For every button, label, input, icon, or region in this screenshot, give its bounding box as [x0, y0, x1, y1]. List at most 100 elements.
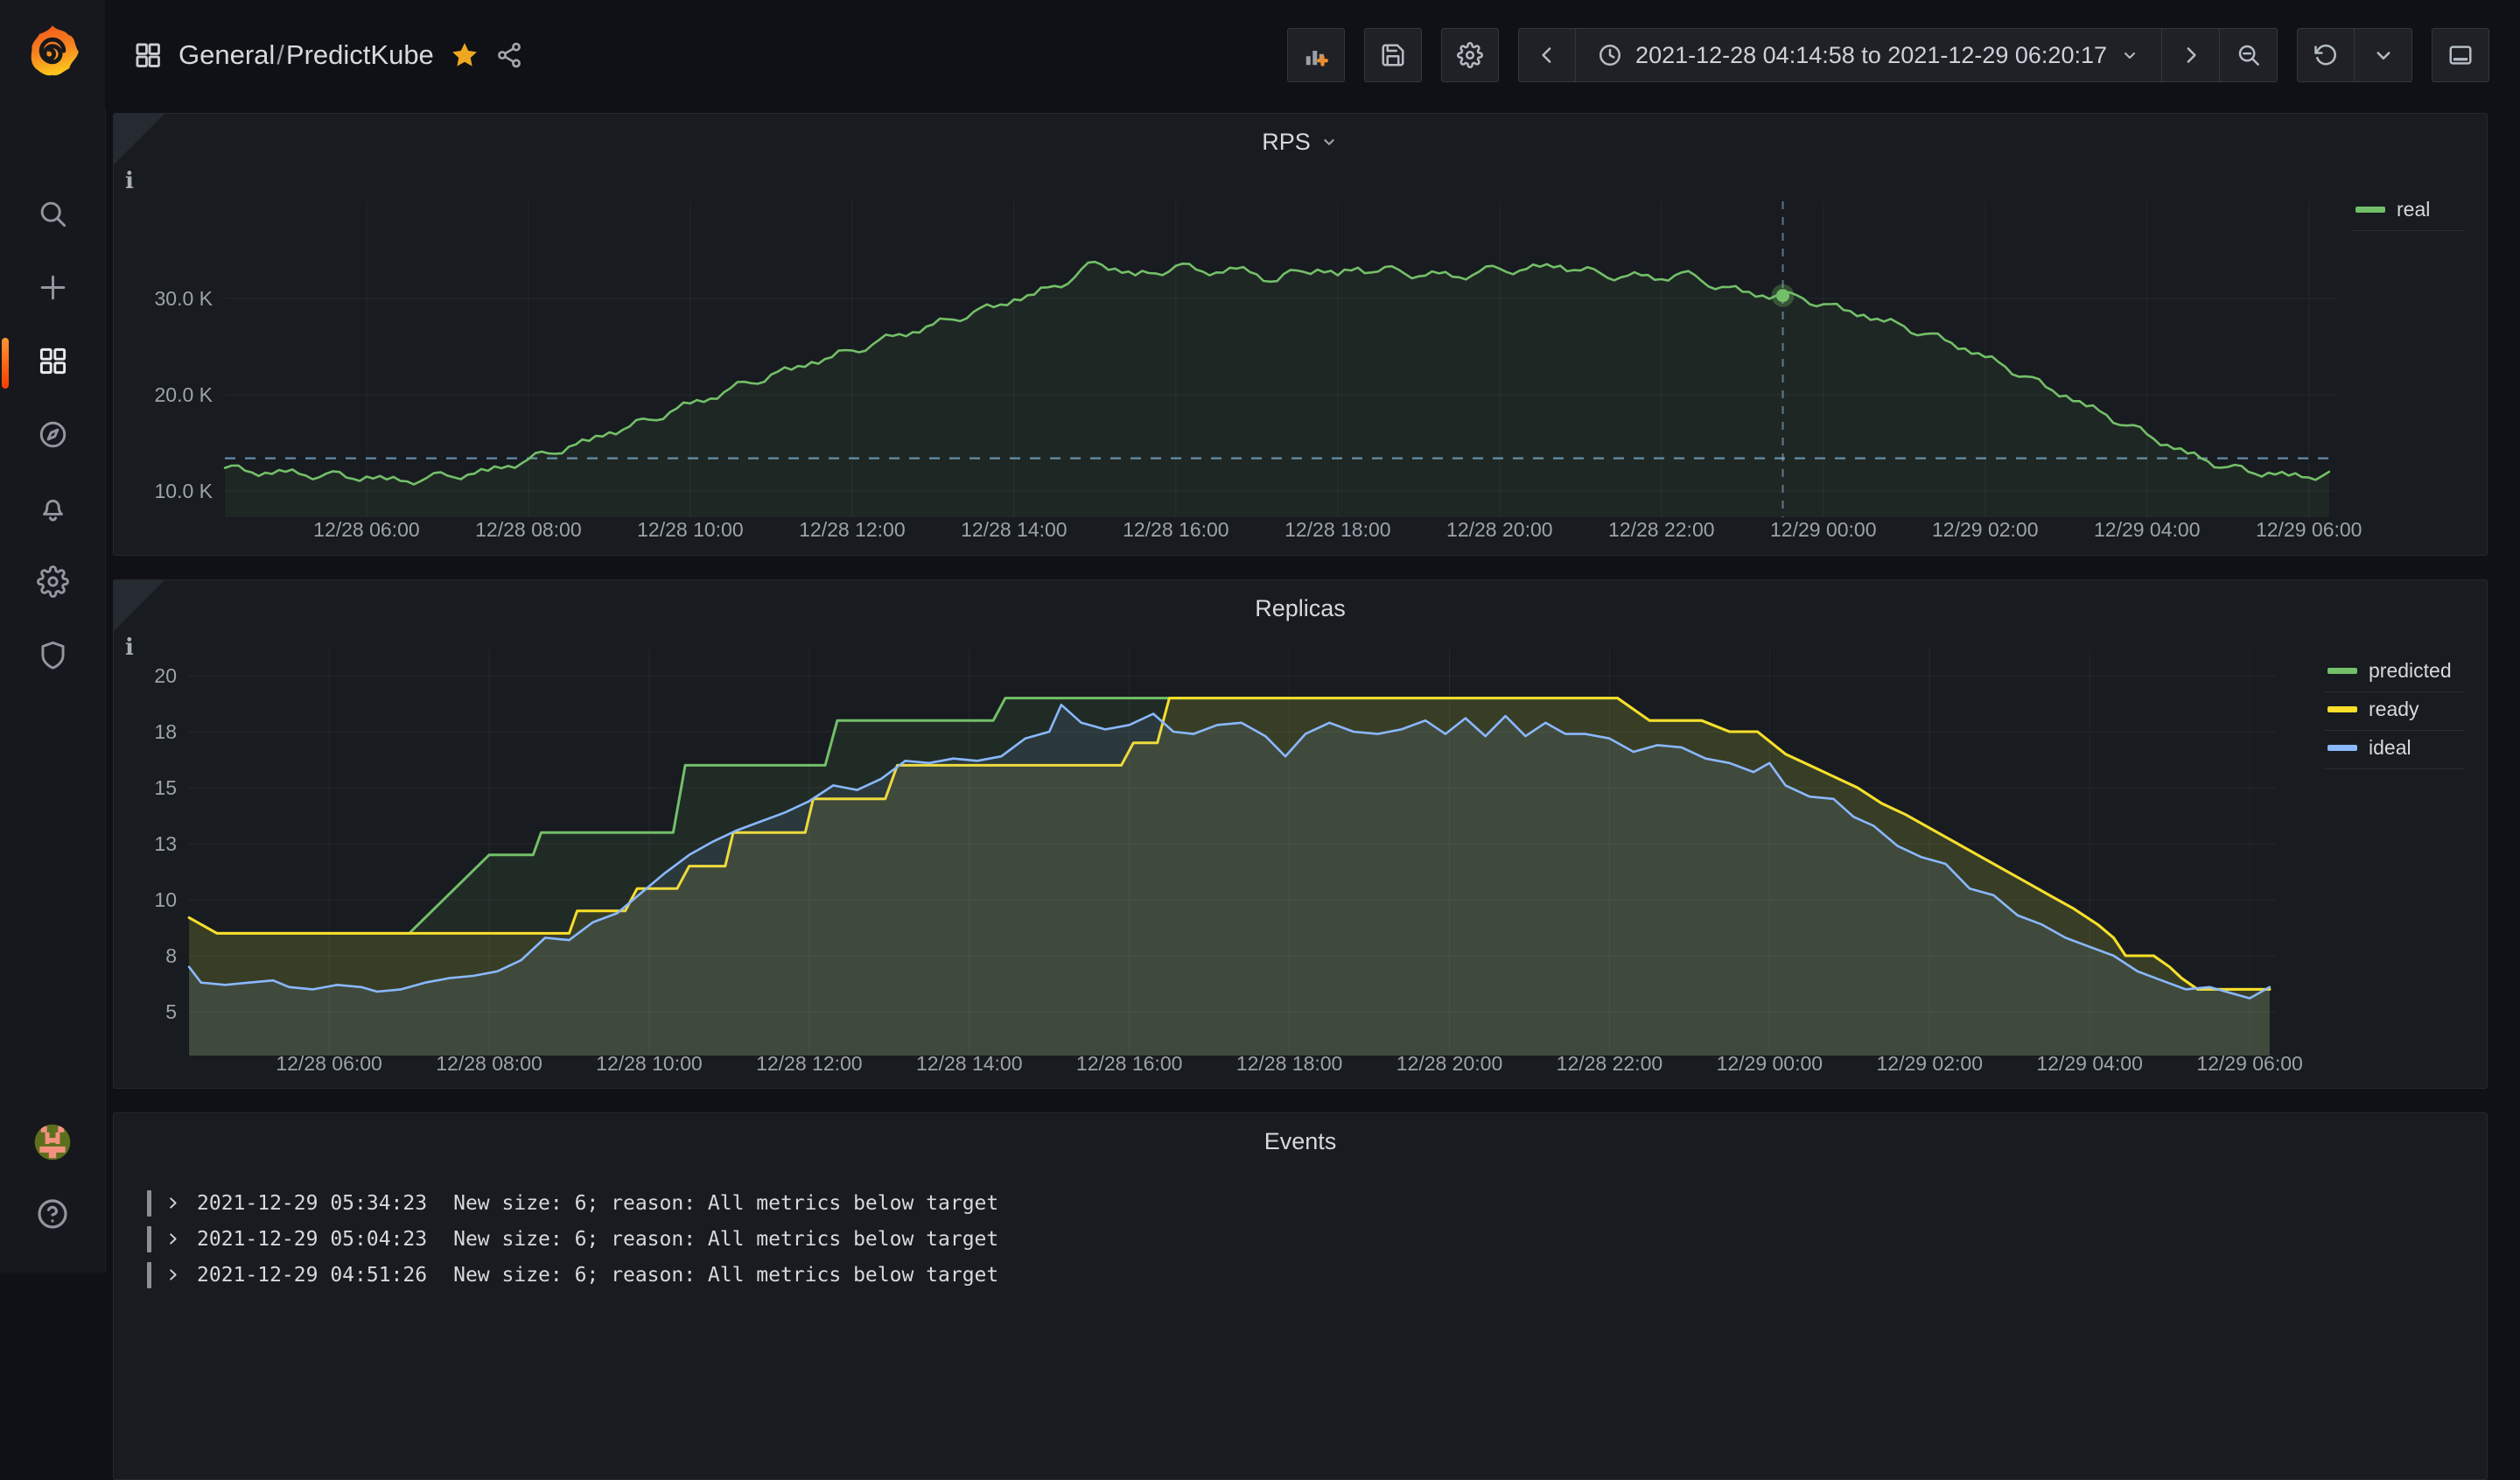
- rps-legend: real: [2352, 193, 2464, 231]
- svg-text:12/29 04:00: 12/29 04:00: [2094, 518, 2201, 541]
- gear-icon: [37, 565, 69, 602]
- legend-label: predicted: [2369, 659, 2452, 683]
- breadcrumb-separator: /: [276, 39, 284, 71]
- svg-text:20: 20: [154, 664, 177, 687]
- replicas-chart[interactable]: 12/28 06:0012/28 08:0012/28 10:0012/28 1…: [114, 580, 2487, 1088]
- series-real-fill: [225, 262, 2329, 517]
- dashboard-settings-button[interactable]: [1441, 28, 1499, 82]
- legend-label: real: [2397, 198, 2430, 221]
- svg-text:5: 5: [165, 1000, 177, 1023]
- dashboard-toolbar: 2021-12-28 04:14:58 to 2021-12-29 06:20:…: [1287, 27, 2489, 83]
- sidebar-item-dashboards[interactable]: [0, 326, 105, 400]
- svg-text:12/29 02:00: 12/29 02:00: [1932, 518, 2039, 541]
- panel-rps: i RPS 12/28 06:0012/28 08:0012/28 10:001…: [113, 113, 2488, 556]
- panel-title: Events: [1264, 1128, 1337, 1155]
- chevron-down-icon: [1320, 132, 1339, 151]
- shield-icon: [37, 639, 69, 676]
- time-range-picker[interactable]: 2021-12-28 04:14:58 to 2021-12-29 06:20:…: [1576, 28, 2162, 82]
- replicas-legend: predicted ready ideal: [2324, 654, 2464, 769]
- sidebar-item-create[interactable]: [0, 253, 105, 326]
- breadcrumb-dashboard[interactable]: PredictKube: [286, 39, 434, 71]
- log-level-bar: [147, 1226, 151, 1252]
- svg-text:12/28 06:00: 12/28 06:00: [313, 518, 420, 541]
- svg-text:12/29 00:00: 12/29 00:00: [1770, 518, 1877, 541]
- panel-events-title-button[interactable]: Events: [114, 1113, 2487, 1169]
- help-icon[interactable]: [35, 1196, 70, 1236]
- svg-text:15: 15: [154, 776, 177, 799]
- svg-text:12/28 16:00: 12/28 16:00: [1123, 518, 1229, 541]
- event-timestamp: 2021-12-29 05:04:23: [197, 1228, 427, 1251]
- log-level-bar: [147, 1262, 151, 1288]
- log-level-bar: [147, 1190, 151, 1217]
- panel-title: RPS: [1262, 129, 1311, 156]
- time-range-forward-button[interactable]: [2162, 28, 2220, 82]
- sidebar-item-server-admin[interactable]: [0, 621, 105, 694]
- event-log-row[interactable]: 2021-12-29 05:34:23New size: 6; reason: …: [147, 1185, 2466, 1221]
- panel-replicas-title-button[interactable]: Replicas: [114, 580, 2487, 636]
- clock-icon: [1597, 42, 1623, 68]
- sidebar: [0, 0, 106, 1273]
- refresh-button[interactable]: [2297, 28, 2355, 82]
- legend-item-ready[interactable]: ready: [2324, 692, 2464, 731]
- event-log-row[interactable]: 2021-12-29 05:04:23 New size: 6; reason: …: [147, 1221, 2466, 1257]
- replicas-chart-svg[interactable]: 12/28 06:0012/28 08:0012/28 10:0012/28 1…: [114, 580, 2488, 1089]
- sidebar-item-explore[interactable]: [0, 400, 105, 473]
- svg-text:10.0 K: 10.0 K: [155, 480, 214, 502]
- sidebar-item-alerting[interactable]: [0, 473, 105, 547]
- event-timestamp: 2021-12-29 04:51:26: [197, 1264, 427, 1287]
- chevron-down-icon: [2119, 45, 2140, 66]
- legend-label: ready: [2369, 698, 2419, 721]
- svg-text:18: 18: [154, 720, 177, 743]
- sidebar-nav: [0, 179, 105, 694]
- expand-chevron-icon[interactable]: [164, 1231, 197, 1247]
- add-panel-button[interactable]: [1287, 28, 1345, 82]
- event-message: New size: 6; reason: All metrics below t…: [453, 1192, 998, 1215]
- svg-text:12/28 14:00: 12/28 14:00: [961, 518, 1068, 541]
- breadcrumb: General / PredictKube: [133, 0, 523, 110]
- event-message: New size: 6; reason: All metrics below t…: [453, 1264, 998, 1287]
- refresh-interval-dropdown[interactable]: [2355, 28, 2412, 82]
- time-range-back-button[interactable]: [1518, 28, 1576, 82]
- hover-point: [1776, 289, 1789, 302]
- svg-text:12/28 20:00: 12/28 20:00: [1446, 518, 1553, 541]
- sidebar-item-search[interactable]: [0, 179, 105, 253]
- expand-chevron-icon[interactable]: [164, 1195, 197, 1211]
- event-message: New size: 6; reason: All metrics below t…: [453, 1228, 998, 1251]
- panel-events: Events 2021-12-29 05:34:23New size: 6; r…: [113, 1112, 2488, 1480]
- panel-replicas: i Replicas 12/28 06:0012/28 08:0012/28 1…: [113, 579, 2488, 1089]
- cycle-view-mode-button[interactable]: [2432, 28, 2489, 82]
- legend-item-ideal[interactable]: ideal: [2324, 731, 2464, 769]
- svg-text:10: 10: [154, 888, 177, 911]
- svg-text:12/28 10:00: 12/28 10:00: [637, 518, 744, 541]
- zoom-out-button[interactable]: [2220, 28, 2278, 82]
- avatar[interactable]: [34, 1124, 71, 1165]
- breadcrumb-folder[interactable]: General: [178, 39, 275, 71]
- grafana-logo[interactable]: [24, 23, 80, 79]
- event-log-row[interactable]: 2021-12-29 04:51:26 New size: 6; reason: …: [147, 1257, 2466, 1293]
- time-range-label: 2021-12-28 04:14:58 to 2021-12-29 06:20:…: [1635, 42, 2107, 69]
- dashboard-grid-icon[interactable]: [133, 40, 163, 70]
- save-dashboard-button[interactable]: [1364, 28, 1422, 82]
- favorite-star-icon[interactable]: [450, 40, 480, 70]
- svg-text:12/28 12:00: 12/28 12:00: [799, 518, 906, 541]
- svg-text:12/29 06:00: 12/29 06:00: [2256, 518, 2362, 541]
- header: General / PredictKube 2021-12-28 04:14:5: [105, 0, 2520, 110]
- legend-item-predicted[interactable]: predicted: [2324, 654, 2464, 692]
- dashboards-grid-icon: [37, 345, 69, 382]
- sidebar-item-configuration[interactable]: [0, 547, 105, 621]
- svg-text:12/28 18:00: 12/28 18:00: [1284, 518, 1391, 541]
- svg-text:12/28 22:00: 12/28 22:00: [1608, 518, 1715, 541]
- rps-chart[interactable]: 12/28 06:0012/28 08:0012/28 10:0012/28 1…: [114, 114, 2487, 555]
- legend-swatch: [2356, 207, 2385, 213]
- panel-rps-title-button[interactable]: RPS: [114, 114, 2487, 170]
- panel-info-corner-icon[interactable]: i: [114, 580, 164, 631]
- time-picker-group: 2021-12-28 04:14:58 to 2021-12-29 06:20:…: [1518, 28, 2278, 82]
- share-icon[interactable]: [495, 41, 523, 69]
- legend-item-real[interactable]: real: [2352, 193, 2464, 231]
- panel-info-corner-icon[interactable]: i: [114, 114, 164, 165]
- expand-chevron-icon[interactable]: [164, 1266, 197, 1283]
- rps-chart-svg[interactable]: 12/28 06:0012/28 08:0012/28 10:0012/28 1…: [114, 114, 2488, 556]
- plus-icon: [37, 271, 69, 308]
- svg-text:20.0 K: 20.0 K: [155, 383, 214, 406]
- sidebar-bottom: [0, 1124, 105, 1236]
